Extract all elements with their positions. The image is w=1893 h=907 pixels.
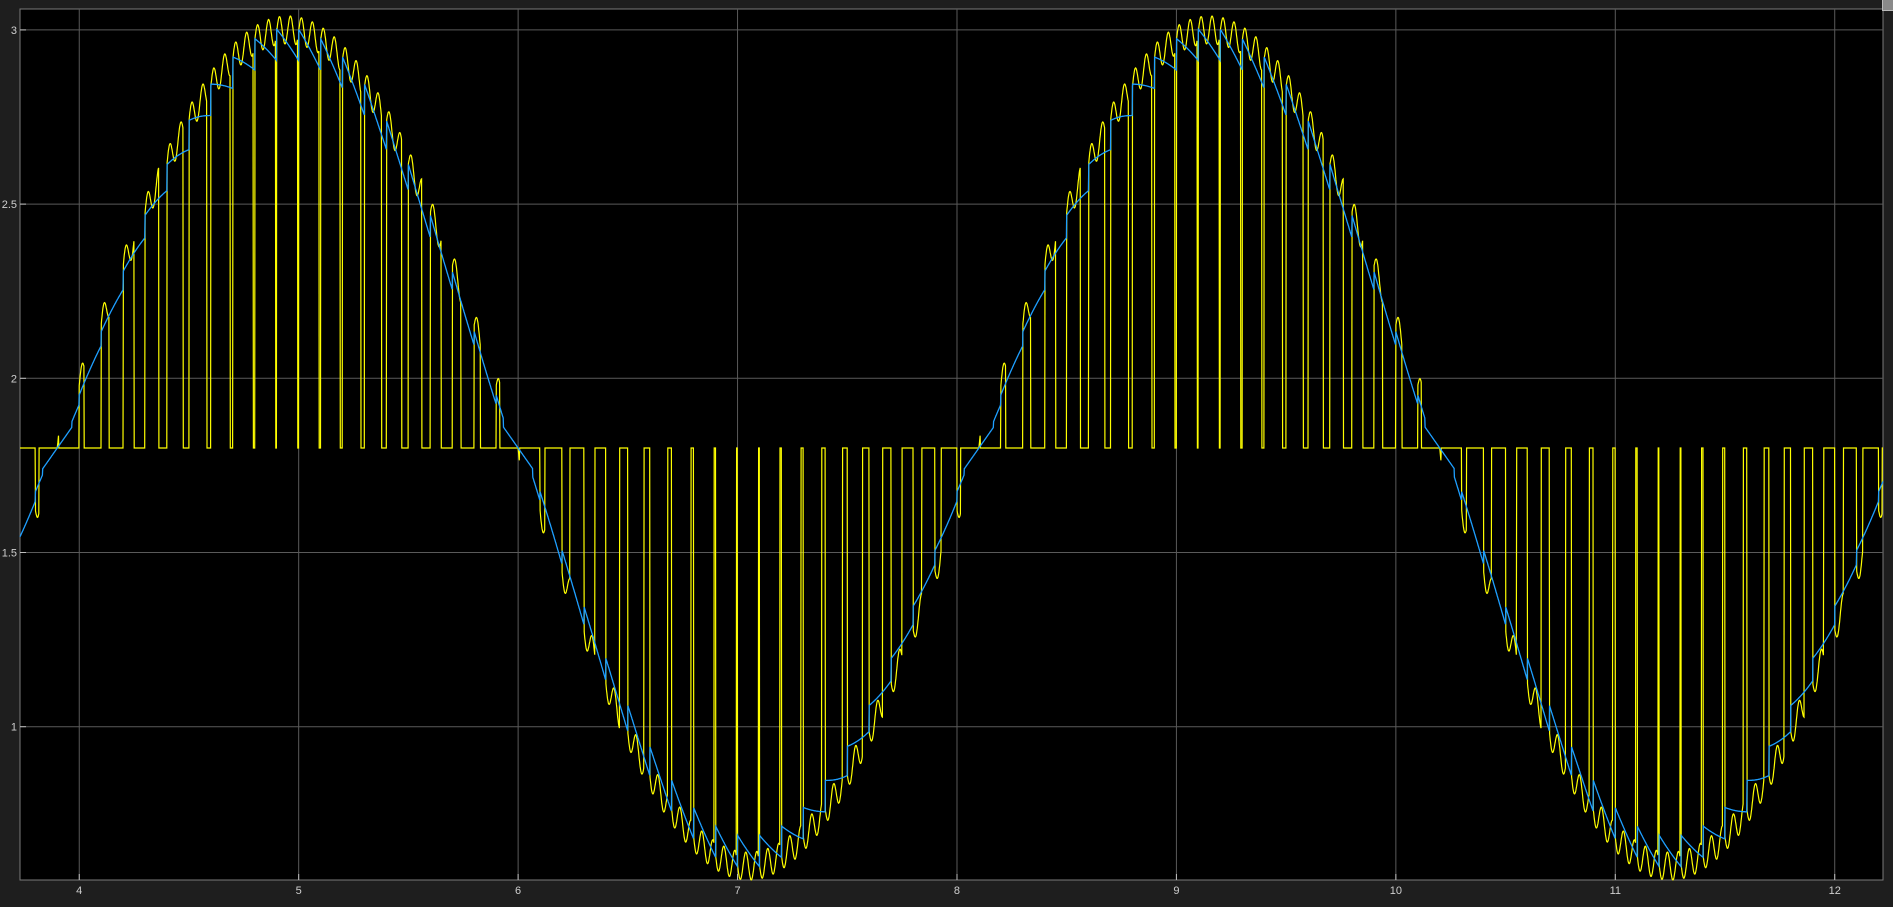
x-tick-label: 9	[1173, 885, 1179, 897]
y-tick-label: 1	[11, 722, 17, 734]
x-tick-label: 5	[296, 885, 302, 897]
scope-plot: 4 5 6 7 8 9 10 11 12 1 1.5 2 2.5 3	[0, 0, 1893, 902]
x-tick-label: 7	[734, 885, 740, 897]
x-tick-label: 8	[954, 885, 960, 897]
x-tick-label: 11	[1610, 885, 1621, 897]
x-tick-label: 10	[1390, 885, 1402, 897]
axes-area[interactable]	[19, 8, 1884, 881]
expand-corner-icon[interactable]	[1882, 0, 1893, 11]
y-tick-label: 1.5	[2, 548, 17, 560]
y-tick-label: 2	[11, 373, 17, 385]
x-tick-label: 6	[515, 885, 521, 897]
x-tick-label: 4	[76, 885, 82, 897]
y-tick-label: 2.5	[2, 199, 17, 211]
y-tick-label: 3	[11, 25, 17, 37]
chart-svg: 4 5 6 7 8 9 10 11 12 1 1.5 2 2.5 3	[0, 0, 1893, 902]
x-tick-label: 12	[1829, 885, 1841, 897]
